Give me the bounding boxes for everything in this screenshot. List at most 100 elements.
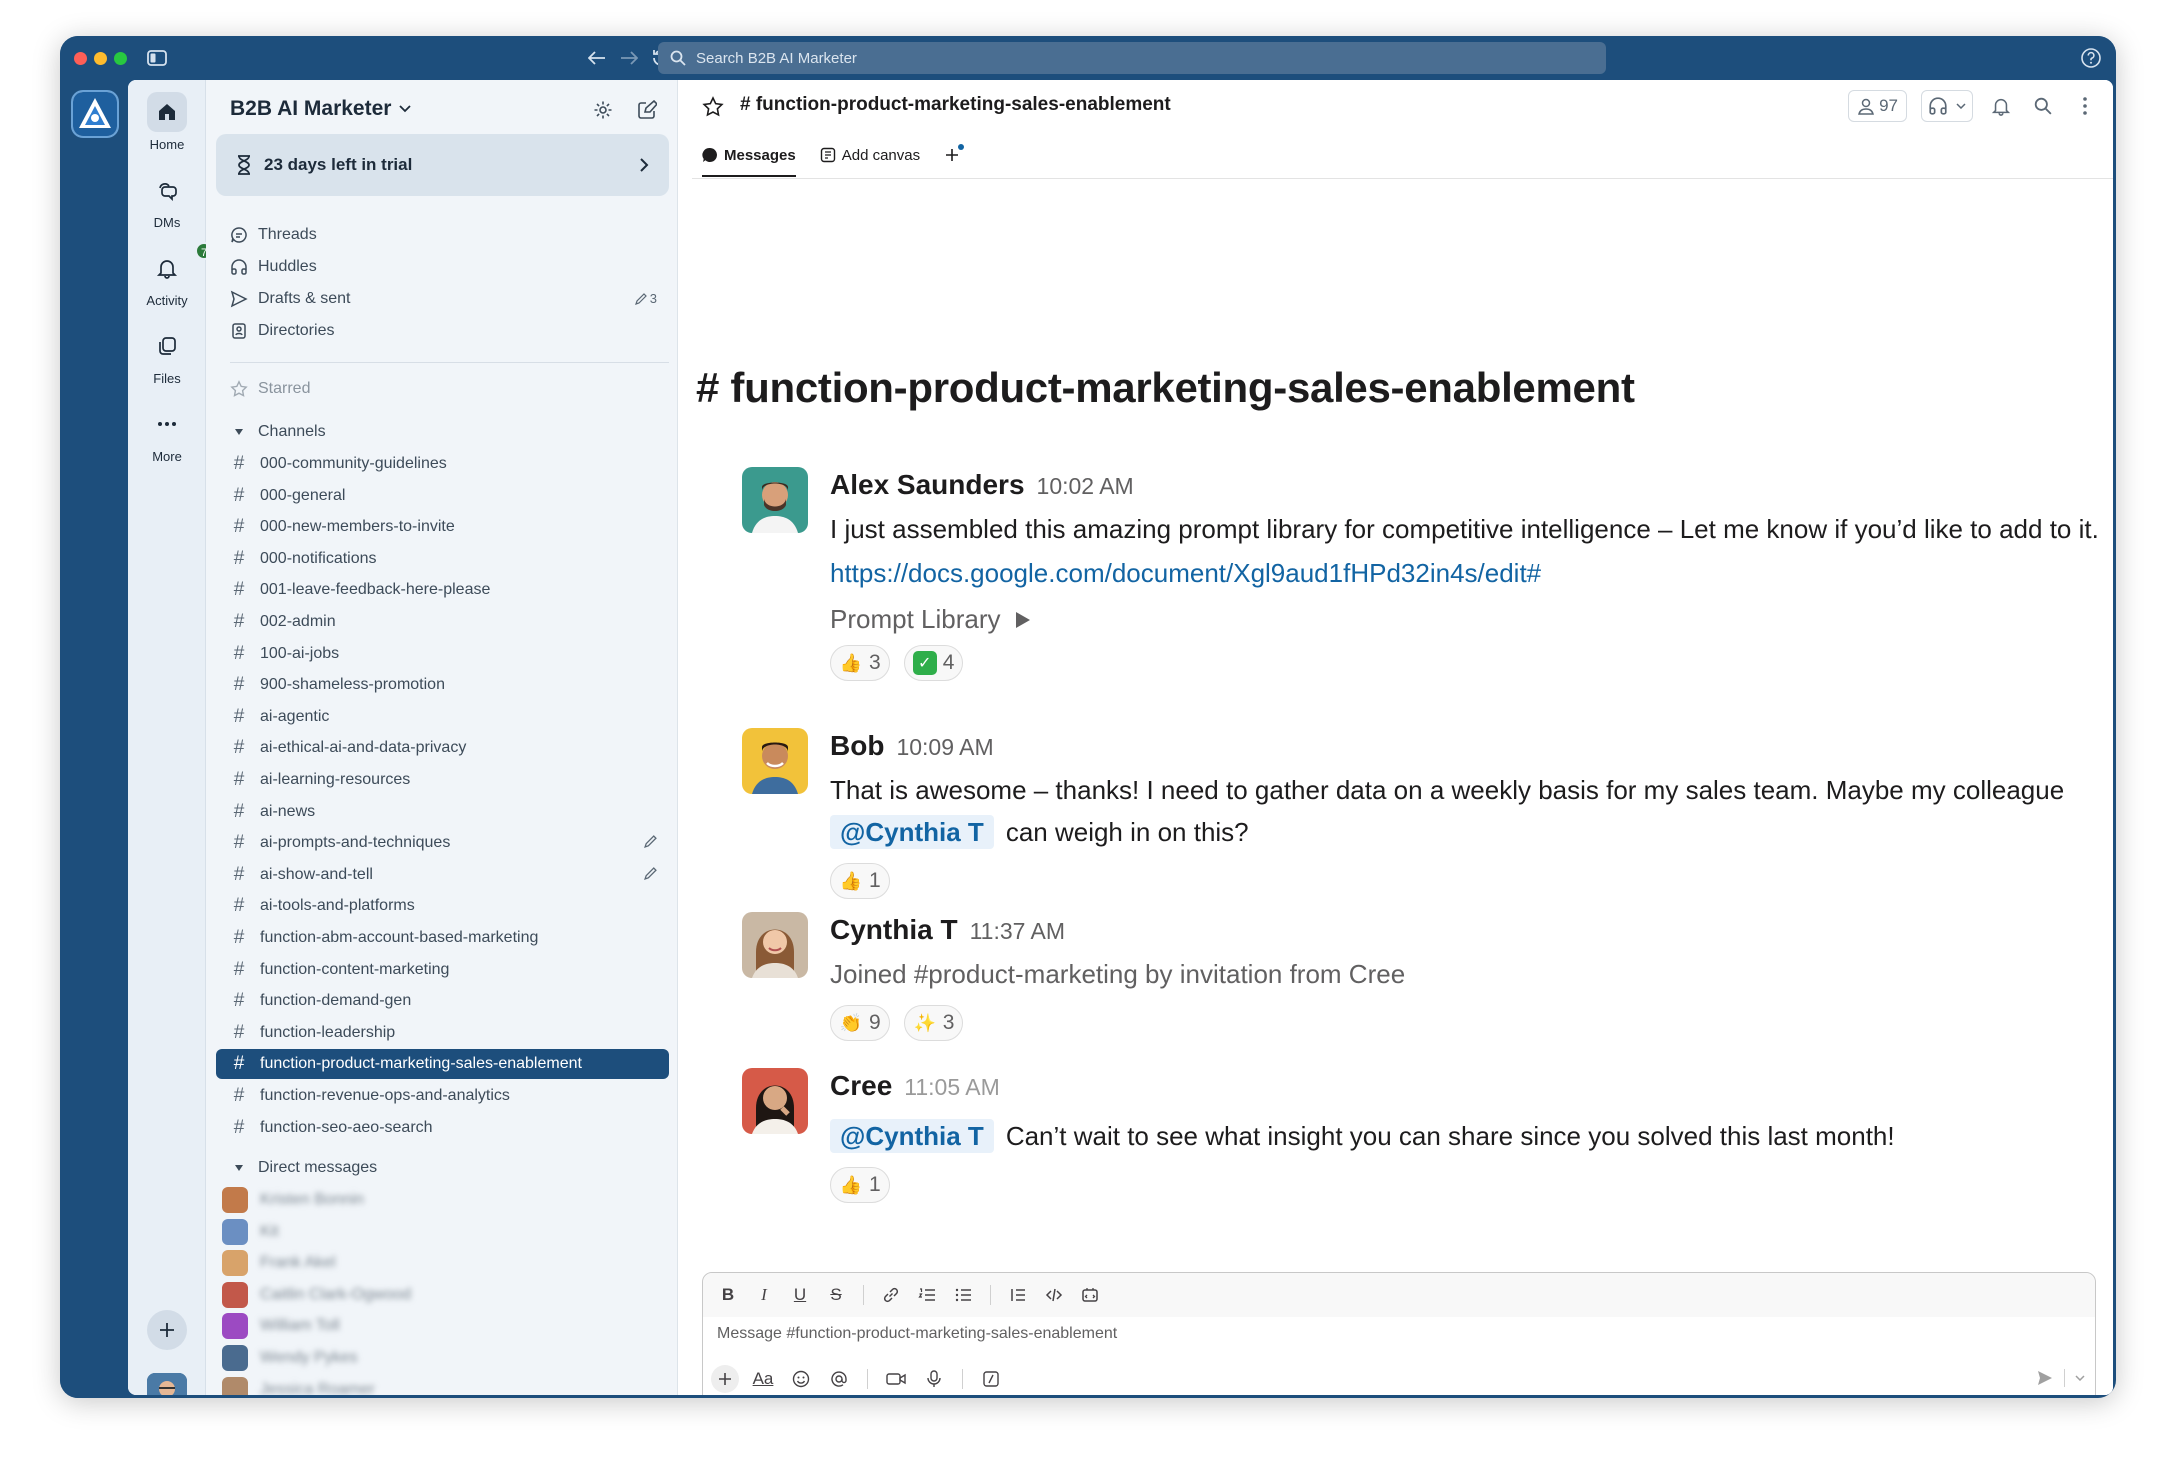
sidebar-channel-item[interactable]: # function-demand-gen: [216, 986, 669, 1016]
bold-button[interactable]: B: [715, 1282, 741, 1308]
send-button[interactable]: [2036, 1369, 2054, 1387]
sidebar-channel-item[interactable]: # ai-prompts-and-techniques: [216, 828, 669, 858]
channel-title[interactable]: # function-product-marketing-sales-enabl…: [740, 94, 1171, 116]
user-avatar[interactable]: [147, 1373, 187, 1395]
user-mention[interactable]: @Cynthia T: [830, 1119, 994, 1153]
sidebar-channel-item[interactable]: # function-product-marketing-sales-enable…: [216, 1049, 669, 1080]
channel-search-button[interactable]: [2029, 92, 2057, 120]
message-author[interactable]: Alex Saunders: [830, 469, 1025, 500]
members-button[interactable]: 97: [1848, 90, 1907, 122]
avatar[interactable]: [742, 912, 808, 978]
sidebar-channel-item[interactable]: #000-general: [216, 481, 669, 511]
forward-arrow-icon[interactable]: [616, 45, 642, 71]
reaction-thumbs-up[interactable]: 👍 1: [830, 863, 890, 899]
add-tab-button[interactable]: [944, 138, 965, 172]
sidebar-dm-item[interactable]: Jessica Roamer: [216, 1375, 669, 1395]
sidebar-toggle-icon[interactable]: [144, 45, 170, 71]
compose-button[interactable]: [631, 94, 663, 126]
sidebar-dm-item[interactable]: Frank Akel: [216, 1248, 669, 1278]
more-options-button[interactable]: [2071, 92, 2099, 120]
formatting-toggle-button[interactable]: Aa: [749, 1365, 777, 1393]
reaction-sparkles[interactable]: ✨ 3: [903, 1005, 964, 1041]
reaction-check-mark[interactable]: ✓ 4: [903, 645, 964, 681]
message-author[interactable]: Bob: [830, 730, 884, 761]
blockquote-button[interactable]: [1005, 1282, 1031, 1308]
code-block-button[interactable]: [1077, 1282, 1103, 1308]
code-button[interactable]: [1041, 1282, 1067, 1308]
rail-item-more[interactable]: More: [128, 404, 206, 464]
ordered-list-button[interactable]: [914, 1282, 940, 1308]
search-bar[interactable]: Search B2B AI Marketer: [658, 42, 1606, 74]
minimize-window-button[interactable]: [94, 52, 107, 65]
sidebar-channel-item[interactable]: # ai-show-and-tell: [216, 860, 669, 890]
sidebar-item-directories[interactable]: Directories: [216, 316, 669, 346]
help-icon[interactable]: [2078, 45, 2104, 71]
rail-item-home[interactable]: Home: [128, 92, 206, 152]
underline-button[interactable]: U: [787, 1282, 813, 1308]
sidebar-section-starred[interactable]: Starred: [216, 374, 669, 404]
trial-banner[interactable]: 23 days left in trial: [216, 134, 669, 196]
message-time[interactable]: 10:09 AM: [896, 734, 993, 760]
tab-messages[interactable]: Messages: [702, 138, 796, 177]
sidebar-dm-item[interactable]: Kristen Bonnin: [216, 1185, 669, 1215]
avatar[interactable]: [742, 728, 808, 794]
star-channel-button[interactable]: [700, 94, 726, 120]
bulleted-list-button[interactable]: [950, 1282, 976, 1308]
link-button[interactable]: [878, 1282, 904, 1308]
rail-item-activity[interactable]: 7 Activity: [128, 242, 213, 308]
sidebar-channel-item[interactable]: #100-ai-jobs: [216, 639, 669, 669]
sidebar-section-channels[interactable]: Channels: [216, 417, 669, 447]
sidebar-channel-item[interactable]: # function-leadership: [216, 1018, 669, 1048]
sidebar-item-drafts[interactable]: Drafts & sent 3: [216, 284, 669, 314]
sidebar-dm-item[interactable]: William Toll: [216, 1311, 669, 1341]
video-clip-button[interactable]: [882, 1365, 910, 1393]
close-window-button[interactable]: [74, 52, 87, 65]
reaction-thumbs-up[interactable]: 👍 1: [830, 1167, 890, 1203]
user-mention[interactable]: @Cynthia T: [830, 815, 994, 849]
attach-button[interactable]: [711, 1365, 739, 1393]
notifications-button[interactable]: [1987, 92, 2015, 120]
sidebar-channel-item[interactable]: # ai-news: [216, 797, 669, 827]
message-time[interactable]: 11:37 AM: [970, 918, 1065, 944]
italic-button[interactable]: I: [751, 1282, 777, 1308]
sidebar-section-dms[interactable]: Direct messages: [216, 1153, 669, 1183]
sidebar-dm-item[interactable]: Caitlin Clark-Ogwood: [216, 1280, 669, 1310]
sidebar-channel-item[interactable]: #000-new-members-to-invite: [216, 512, 669, 542]
sidebar-channel-item[interactable]: #002-admin: [216, 607, 669, 637]
sidebar-item-huddles[interactable]: Huddles: [216, 252, 669, 282]
zoom-window-button[interactable]: [114, 52, 127, 65]
add-workspace-button[interactable]: [147, 1310, 187, 1350]
sidebar-channel-item[interactable]: # ai-ethical-ai-and-data-privacy: [216, 733, 669, 763]
sidebar-channel-item[interactable]: # function-revenue-ops-and-analytics: [216, 1081, 669, 1111]
sidebar-channel-item[interactable]: # ai-learning-resources: [216, 765, 669, 795]
sidebar-channel-item[interactable]: # function-abm-account-based-marketing: [216, 923, 669, 953]
message-input[interactable]: Message #function-product-marketing-sale…: [717, 1325, 1117, 1343]
back-arrow-icon[interactable]: [584, 45, 610, 71]
reaction-thumbs-up[interactable]: 👍 3: [830, 645, 890, 681]
avatar[interactable]: [742, 1068, 808, 1134]
message-link[interactable]: https://docs.google.com/document/Xgl9aud…: [830, 550, 2110, 596]
rail-item-dms[interactable]: DMs: [128, 170, 206, 230]
settings-button[interactable]: [587, 94, 619, 126]
rail-item-files[interactable]: Files: [128, 326, 206, 386]
sidebar-channel-item[interactable]: #900-shameless-promotion: [216, 670, 669, 700]
huddle-button[interactable]: [1921, 90, 1973, 122]
audio-clip-button[interactable]: [920, 1365, 948, 1393]
shortcuts-button[interactable]: [977, 1365, 1005, 1393]
tab-add-canvas[interactable]: Add canvas: [820, 138, 920, 172]
strikethrough-button[interactable]: S: [823, 1282, 849, 1308]
link-preview[interactable]: Prompt Library: [830, 604, 2110, 635]
sidebar-channel-item[interactable]: #000-notifications: [216, 544, 669, 574]
sidebar-channel-item[interactable]: #001-leave-feedback-here-please: [216, 575, 669, 605]
workspace-name[interactable]: B2B AI Marketer: [230, 97, 412, 121]
sidebar-dm-item[interactable]: Kit: [216, 1217, 669, 1247]
sidebar-channel-item[interactable]: # function-content-marketing: [216, 955, 669, 985]
sidebar-channel-item[interactable]: # ai-tools-and-platforms: [216, 891, 669, 921]
reaction-clap[interactable]: 👏 9: [830, 1005, 890, 1041]
sidebar-channel-item[interactable]: #000-community-guidelines: [216, 449, 669, 479]
mention-button[interactable]: [825, 1365, 853, 1393]
schedule-send-button[interactable]: [2075, 1375, 2085, 1381]
avatar[interactable]: [742, 467, 808, 533]
message-time[interactable]: 10:02 AM: [1037, 473, 1134, 499]
message-author[interactable]: Cree: [830, 1070, 892, 1101]
